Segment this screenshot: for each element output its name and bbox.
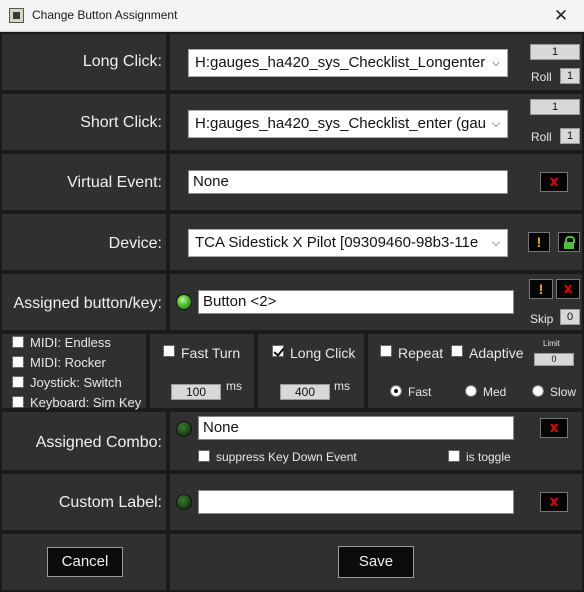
virtual-event-input[interactable]: None: [188, 170, 508, 194]
midi-endless-checkbox[interactable]: [12, 336, 24, 348]
custom-label-clear-button[interactable]: x: [540, 492, 568, 512]
cancel-button[interactable]: Cancel: [47, 547, 123, 577]
app-icon: [9, 8, 24, 23]
joystick-switch-label: Joystick: Switch: [30, 375, 122, 390]
short-click-count[interactable]: 1: [530, 99, 580, 115]
virtual-event-clear-button[interactable]: x: [540, 172, 568, 192]
assigned-combo-input[interactable]: None: [198, 416, 514, 440]
short-click-roll-label: Roll: [531, 130, 552, 144]
long-click-roll-value[interactable]: 1: [560, 68, 580, 84]
long-click-panel: H:gauges_ha420_sys_Checklist_Longenter 1…: [168, 32, 584, 92]
fast-turn-checkbox[interactable]: [163, 345, 175, 357]
long-click-option-panel: Long Click 400 ms: [256, 332, 366, 410]
device-label-panel: Device:: [0, 212, 168, 272]
short-click-roll-value[interactable]: 1: [560, 128, 580, 144]
long-click-count[interactable]: 1: [530, 44, 580, 60]
repeat-checkbox[interactable]: [380, 345, 392, 357]
long-click-option-value[interactable]: 400: [280, 384, 330, 400]
long-click-checkbox[interactable]: [272, 345, 284, 357]
adaptive-label: Adaptive: [469, 345, 524, 361]
assigned-combo-clear-button[interactable]: x: [540, 418, 568, 438]
midi-rocker-checkbox[interactable]: [12, 356, 24, 368]
midi-endless-label: MIDI: Endless: [30, 335, 111, 350]
short-click-panel: H:gauges_ha420_sys_Checklist_enter (gau …: [168, 92, 584, 152]
repeat-label: Repeat: [398, 345, 444, 361]
assigned-combo-panel: None x suppress Key Down Event is toggle: [168, 410, 584, 472]
custom-label-label-panel: Custom Label:: [0, 472, 168, 532]
save-button[interactable]: Save: [338, 546, 414, 578]
long-click-option-label: Long Click: [290, 345, 356, 361]
short-click-select-value: H:gauges_ha420_sys_Checklist_enter (gau: [195, 115, 487, 132]
speed-slow-label: Slow: [550, 385, 577, 399]
close-icon[interactable]: ✕: [538, 0, 584, 32]
assigned-button-clear-button[interactable]: x: [556, 279, 580, 299]
status-led-icon: [176, 494, 192, 510]
fast-turn-value[interactable]: 100: [171, 384, 221, 400]
long-click-select[interactable]: H:gauges_ha420_sys_Checklist_Longenter: [188, 49, 508, 77]
speed-slow-radio[interactable]: [532, 385, 544, 397]
speed-med-radio[interactable]: [465, 385, 477, 397]
virtual-event-panel: None x: [168, 152, 584, 212]
device-panel: TCA Sidestick X Pilot [09309460-98b3-11e…: [168, 212, 584, 272]
assigned-button-panel: Button <2> ! x Skip 0: [168, 272, 584, 332]
short-click-select[interactable]: H:gauges_ha420_sys_Checklist_enter (gau: [188, 110, 508, 138]
lock-icon[interactable]: [558, 232, 580, 252]
is-toggle-label: is toggle: [466, 450, 511, 464]
custom-label-input[interactable]: [198, 490, 514, 514]
suppress-key-down-label: suppress Key Down Event: [216, 450, 357, 464]
assigned-combo-label-panel: Assigned Combo:: [0, 410, 168, 472]
assigned-button-label: Assigned button/key:: [13, 295, 162, 312]
device-select[interactable]: TCA Sidestick X Pilot [09309460-98b3-11e: [188, 229, 508, 257]
is-toggle-checkbox[interactable]: [448, 450, 460, 462]
joystick-switch-checkbox[interactable]: [12, 376, 24, 388]
keyboard-sim-key-label: Keyboard: Sim Key: [30, 395, 142, 410]
long-click-roll-label: Roll: [531, 70, 552, 84]
chevron-down-icon: [492, 238, 500, 246]
chevron-down-icon: [492, 119, 500, 127]
device-warning-button[interactable]: !: [528, 232, 550, 252]
assigned-button-input[interactable]: Button <2>: [198, 290, 514, 314]
skip-label: Skip: [530, 312, 554, 326]
fast-turn-unit: ms: [226, 379, 242, 393]
speed-fast-label: Fast: [408, 385, 432, 399]
long-click-label: Long Click:: [82, 53, 162, 70]
adaptive-checkbox[interactable]: [451, 345, 463, 357]
footer-left-panel: Cancel: [0, 532, 168, 592]
title-bar: Change Button Assignment ✕: [0, 0, 584, 32]
long-click-label-panel: Long Click:: [0, 32, 168, 92]
short-click-label-panel: Short Click:: [0, 92, 168, 152]
long-click-select-value: H:gauges_ha420_sys_Checklist_Longenter: [195, 54, 486, 71]
short-click-label: Short Click:: [80, 114, 162, 131]
custom-label-label: Custom Label:: [58, 494, 162, 511]
status-led-icon: [176, 421, 192, 437]
skip-value[interactable]: 0: [560, 309, 580, 325]
long-click-option-unit: ms: [334, 379, 350, 393]
window-title: Change Button Assignment: [32, 8, 178, 22]
device-label: Device:: [108, 235, 162, 252]
footer-right-panel: Save: [168, 532, 584, 592]
speed-fast-radio[interactable]: [390, 385, 402, 397]
repeat-panel: Repeat Adaptive Limit 0 Fast Med Slow: [366, 332, 584, 410]
assigned-button-label-panel: Assigned button/key:: [0, 272, 168, 332]
virtual-event-label-panel: Virtual Event:: [0, 152, 168, 212]
chevron-down-icon: [492, 58, 500, 66]
keyboard-sim-key-checkbox[interactable]: [12, 396, 24, 408]
virtual-event-label: Virtual Event:: [67, 174, 162, 191]
device-select-value: TCA Sidestick X Pilot [09309460-98b3-11e: [195, 234, 479, 251]
fast-turn-panel: Fast Turn 100 ms: [148, 332, 256, 410]
speed-med-label: Med: [483, 385, 507, 399]
suppress-key-down-checkbox[interactable]: [198, 450, 210, 462]
status-led-icon: [176, 294, 192, 310]
custom-label-panel: x: [168, 472, 584, 532]
midi-rocker-label: MIDI: Rocker: [30, 355, 106, 370]
modes-panel: MIDI: Endless MIDI: Rocker Joystick: Swi…: [0, 332, 148, 410]
assigned-button-warning-button[interactable]: !: [529, 279, 553, 299]
assigned-combo-label: Assigned Combo:: [35, 434, 162, 451]
limit-label: Limit: [543, 339, 560, 348]
fast-turn-label: Fast Turn: [181, 345, 241, 361]
limit-value[interactable]: 0: [534, 353, 574, 366]
